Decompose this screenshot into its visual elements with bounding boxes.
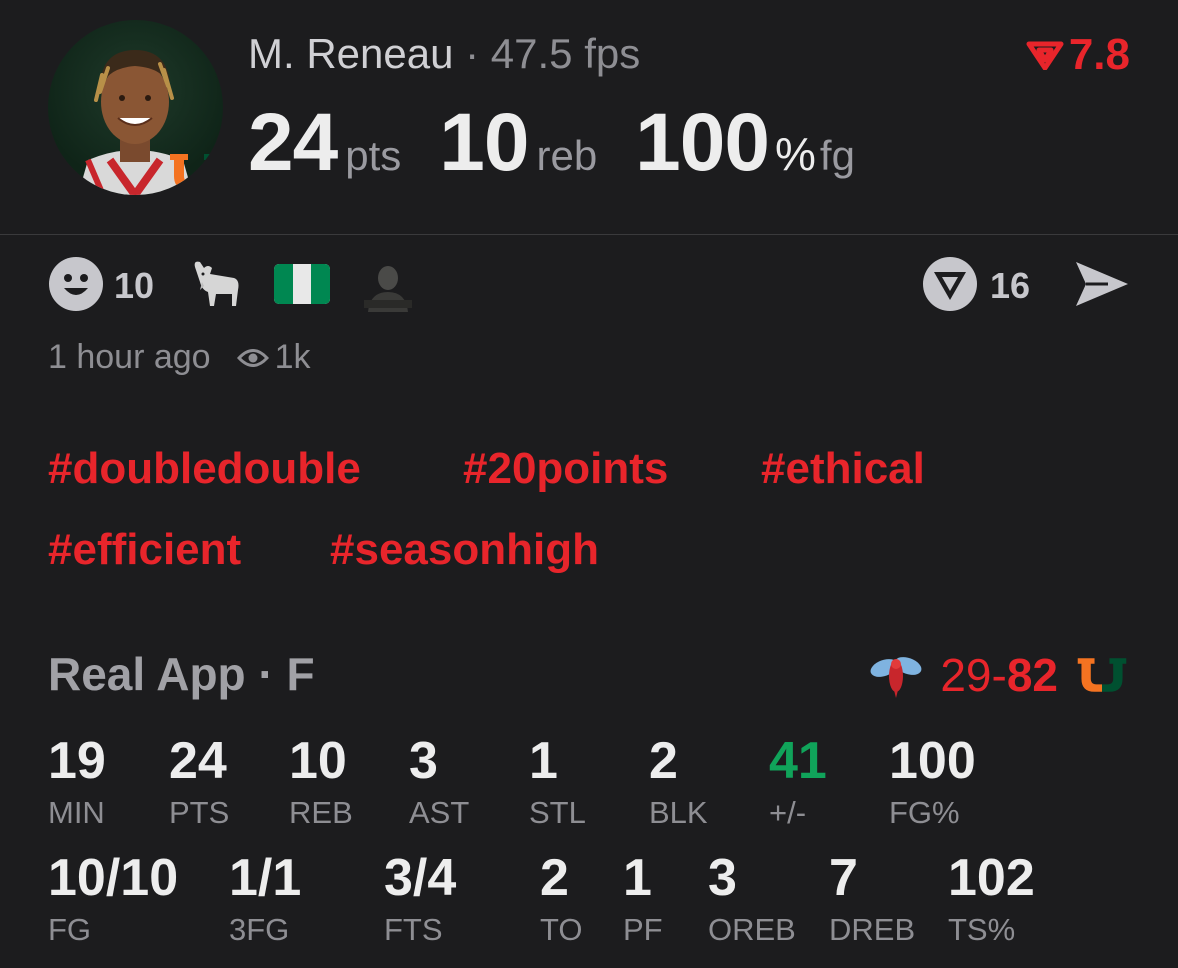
headline-reb-value: 10 — [439, 97, 529, 188]
headline-fg-value: 100 — [635, 97, 770, 188]
headline-fg-pct: % — [775, 128, 816, 180]
stat-value: 2 — [540, 849, 569, 907]
headline-stats: 24 pts 10 reb 100 % fg — [248, 96, 893, 190]
stat-label: +/- — [769, 795, 807, 830]
stat-label: PF — [623, 912, 663, 947]
stat-value: 102 — [948, 849, 1035, 907]
ring-count: 16 — [989, 265, 1030, 306]
stat-value: 3 — [409, 732, 438, 790]
stat-value: 100 — [889, 732, 976, 790]
stat-value: 19 — [48, 732, 106, 790]
rating-chevron-icon — [1026, 41, 1064, 70]
stat-min: 19 MIN — [48, 735, 106, 828]
stat-value: 10/10 — [48, 849, 179, 907]
name-separator: · — [465, 30, 480, 77]
stat-fg: 10/10 FG — [48, 852, 178, 945]
player-name-line[interactable]: M. Reneau · 47.5 fps — [248, 30, 640, 78]
stat-value: 1 — [529, 732, 558, 790]
stat-to: 2 TO — [540, 852, 583, 945]
hashtag-20points[interactable]: #20points — [463, 444, 668, 494]
stat-fg-pct: 100 FG% — [889, 735, 976, 828]
hashtag-ethical[interactable]: #ethical — [761, 444, 925, 494]
smiley-count: 10 — [114, 265, 155, 306]
team-logo-icon — [1074, 656, 1130, 694]
stat-value: 10 — [289, 732, 347, 790]
stat-value: 24 — [169, 732, 227, 790]
stat-stl: 1 STL — [529, 735, 586, 828]
team-score: 82 — [1006, 649, 1058, 701]
stat-label: FG — [48, 912, 92, 947]
nigeria-flag-icon[interactable] — [274, 263, 331, 309]
stat-label: TO — [540, 912, 583, 947]
stat-value: 7 — [829, 849, 858, 907]
rating-value: 7.8 — [1068, 30, 1130, 79]
stat-label: TS% — [948, 912, 1016, 947]
time-ago: 1 hour ago — [48, 338, 211, 376]
ring-v-icon[interactable] — [922, 256, 978, 317]
team-logo-icon — [166, 152, 223, 195]
headline-fg-unit: fg — [819, 132, 855, 179]
stat-label: OREB — [708, 912, 796, 947]
post-meta: 1 hour ago 1k — [48, 338, 311, 377]
stat-ts-pct: 102 TS% — [948, 852, 1035, 945]
stat-label: DREB — [829, 912, 916, 947]
hashtag-seasonhigh[interactable]: #seasonhigh — [330, 525, 599, 575]
send-icon[interactable] — [1074, 260, 1130, 313]
headline-reb-unit: reb — [536, 132, 598, 179]
stat-plus-minus: 41 +/- — [769, 735, 827, 828]
opponent-score: 29 — [940, 649, 992, 701]
stat-dreb: 7 DREB — [829, 852, 915, 945]
stat-label: MIN — [48, 795, 105, 830]
stat-pf: 1 PF — [623, 852, 663, 945]
score-dash: - — [991, 649, 1007, 701]
stat-pts: 24 PTS — [169, 735, 229, 828]
view-count: 1k — [274, 338, 311, 376]
stat-label: STL — [529, 795, 586, 830]
reaction-bar: 10 — [48, 255, 417, 317]
stat-label: PTS — [169, 795, 230, 830]
stat-label: BLK — [649, 795, 708, 830]
hashtag-efficient[interactable]: #efficient — [48, 525, 241, 575]
stat-blk: 2 BLK — [649, 735, 708, 828]
stat-oreb: 3 OREB — [708, 852, 796, 945]
player-name[interactable]: M. Reneau — [248, 30, 453, 77]
hashtag-doubledouble[interactable]: #doubledouble — [48, 444, 361, 494]
stat-value: 1 — [623, 849, 652, 907]
headline-pts-unit: pts — [345, 132, 402, 179]
game-score[interactable]: 29 - 82 — [868, 648, 1130, 702]
stat-label: FTS — [384, 912, 443, 947]
eye-icon — [236, 347, 269, 369]
header-divider — [0, 234, 1178, 235]
opponent-logo-icon — [868, 652, 924, 698]
stat-value: 3/4 — [384, 849, 457, 907]
smiley-icon[interactable] — [48, 256, 104, 317]
fps-label: 47.5 fps — [490, 30, 641, 77]
headline-pts-value: 24 — [248, 97, 338, 188]
stat-ast: 3 AST — [409, 735, 469, 828]
stat-value: 41 — [769, 732, 827, 790]
rating-badge[interactable]: 7.8 — [1025, 30, 1130, 80]
player-avatar[interactable] — [48, 20, 223, 195]
ring-reaction-group: 16 — [922, 256, 1130, 317]
stat-fts: 3/4 FTS — [384, 852, 456, 945]
stat-value: 1/1 — [229, 849, 302, 907]
stat-value: 3 — [708, 849, 737, 907]
goat-icon[interactable] — [188, 256, 244, 317]
user-thumb-icon[interactable] — [360, 255, 417, 317]
stat-label: FG% — [889, 795, 960, 830]
stat-label: AST — [409, 795, 470, 830]
stat-3fg: 1/1 3FG — [229, 852, 301, 945]
game-source-label: Real App · F — [48, 648, 315, 700]
stat-reb: 10 REB — [289, 735, 353, 828]
stat-label: REB — [289, 795, 353, 830]
stat-value: 2 — [649, 732, 678, 790]
stat-label: 3FG — [229, 912, 290, 947]
